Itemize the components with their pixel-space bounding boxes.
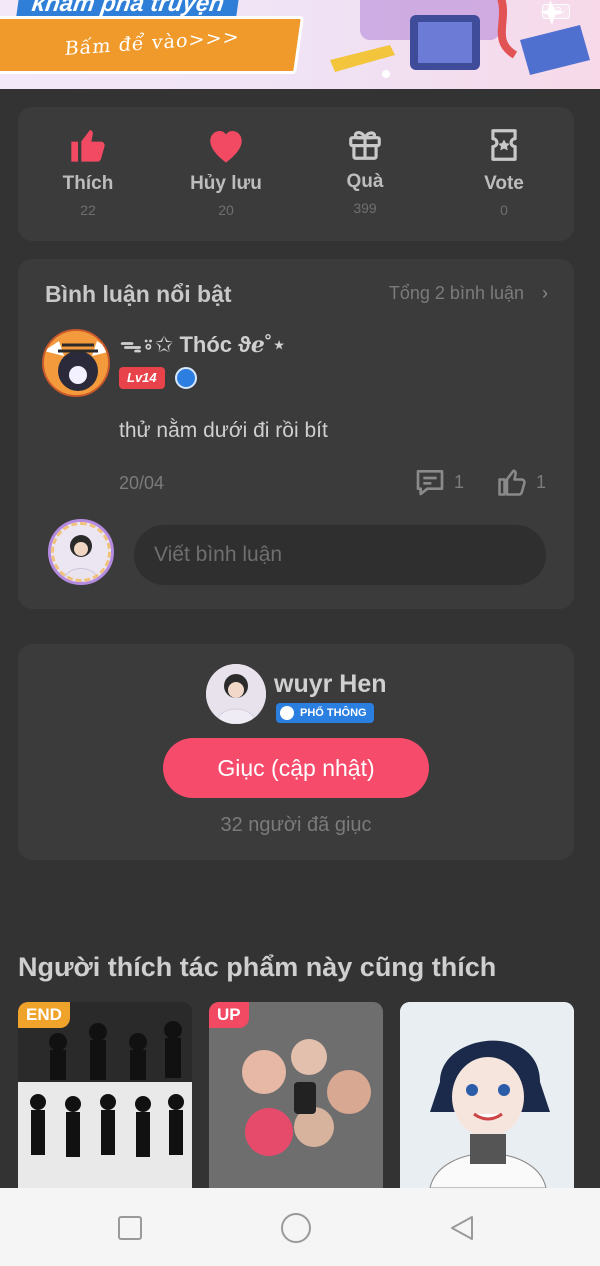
push-update-button[interactable]: Giục (cập nhật) (163, 738, 429, 798)
status-tag-up: UP (209, 1002, 249, 1028)
unsave-action[interactable]: Hủy lưu 20 (166, 125, 286, 218)
battery-indicator: 62 (542, 4, 570, 19)
reply-count: 1 (454, 471, 465, 492)
author-avatar[interactable] (206, 664, 266, 724)
recommendation-item[interactable]: END (18, 1002, 192, 1188)
cover-image (18, 1002, 192, 1188)
featured-comments-card: Bình luận nổi bật Tổng 2 bình luận › ᯓ⍤✩ … (18, 259, 574, 609)
gift-icon (349, 131, 381, 160)
status-tag-end: END (18, 1002, 70, 1028)
commenter-name[interactable]: ᯓ⍤✩ Thóc ϑℯ˚⋆ (120, 329, 286, 359)
vote-label: Vote (484, 173, 524, 194)
recommendation-item[interactable]: UP (209, 1002, 383, 1188)
recommendations-title: Người thích tác phẩm này cũng thích (18, 952, 497, 982)
thumbs-up-icon (71, 130, 105, 162)
push-count: 32 người đã giục (220, 814, 372, 836)
banner-enter-label: Bấm để vào>>> (63, 25, 241, 61)
unsave-label: Hủy lưu (190, 173, 262, 194)
vip-gem-icon (175, 367, 197, 389)
system-navigation-bar (0, 1188, 600, 1266)
stats-card: Thích 22 Hủy lưu 20 Quà 399 Vote 0 (18, 107, 574, 241)
author-card: wuyr Hen PHỔ THÔNG Giục (cập nhật) 32 ng… (18, 644, 574, 860)
like-count: 22 (80, 202, 96, 218)
comment-bubble-icon (416, 470, 444, 496)
cover-image (400, 1002, 574, 1188)
featured-comments-title: Bình luận nổi bật (45, 281, 232, 307)
thumbs-up-outline-icon (498, 469, 526, 496)
heart-icon (210, 131, 242, 163)
vote-ticket-icon (491, 129, 517, 161)
comment-text: thử nằm dưới đi rồi bít (119, 419, 328, 442)
level-badge: Lv14 (119, 367, 165, 389)
promo-banner[interactable]: khám phá truyện Bấm để vào>>> 62 (0, 0, 600, 89)
tiger-avatar-image (44, 331, 108, 395)
avatar-frame (51, 522, 111, 582)
reply-button[interactable]: 1 (414, 467, 464, 497)
write-comment-input[interactable]: Viết bình luận (134, 525, 546, 585)
commenter-avatar[interactable] (42, 329, 110, 397)
vote-count: 0 (500, 202, 508, 218)
comment-like-button[interactable]: 1 (496, 467, 546, 497)
chevron-right-icon: › (542, 283, 548, 303)
author-rank-badge: PHỔ THÔNG (276, 703, 374, 723)
vote-action[interactable]: Vote 0 (444, 125, 564, 218)
home-icon[interactable] (280, 1212, 312, 1244)
current-user-avatar (48, 519, 114, 585)
author-name[interactable]: wuyr Hen (274, 670, 387, 699)
like-action[interactable]: Thích 22 (28, 125, 148, 218)
cover-image (209, 1002, 383, 1188)
gift-label: Quà (346, 171, 384, 192)
gift-count: 399 (353, 200, 377, 216)
comment-like-count: 1 (536, 471, 547, 492)
all-comments-link[interactable]: Tổng 2 bình luận › (389, 283, 548, 304)
gift-action[interactable]: Quà 399 (305, 125, 425, 216)
author-avatar-image (206, 664, 266, 724)
banner-enter-button[interactable]: Bấm để vào>>> (0, 16, 305, 74)
recent-apps-icon[interactable] (116, 1214, 144, 1242)
unsave-count: 20 (218, 202, 234, 218)
back-icon[interactable] (448, 1214, 476, 1242)
total-comments-label: Tổng 2 bình luận (388, 283, 524, 303)
recommendation-item[interactable] (400, 1002, 574, 1188)
comment-date: 20/04 (119, 473, 165, 493)
like-label: Thích (62, 173, 114, 194)
